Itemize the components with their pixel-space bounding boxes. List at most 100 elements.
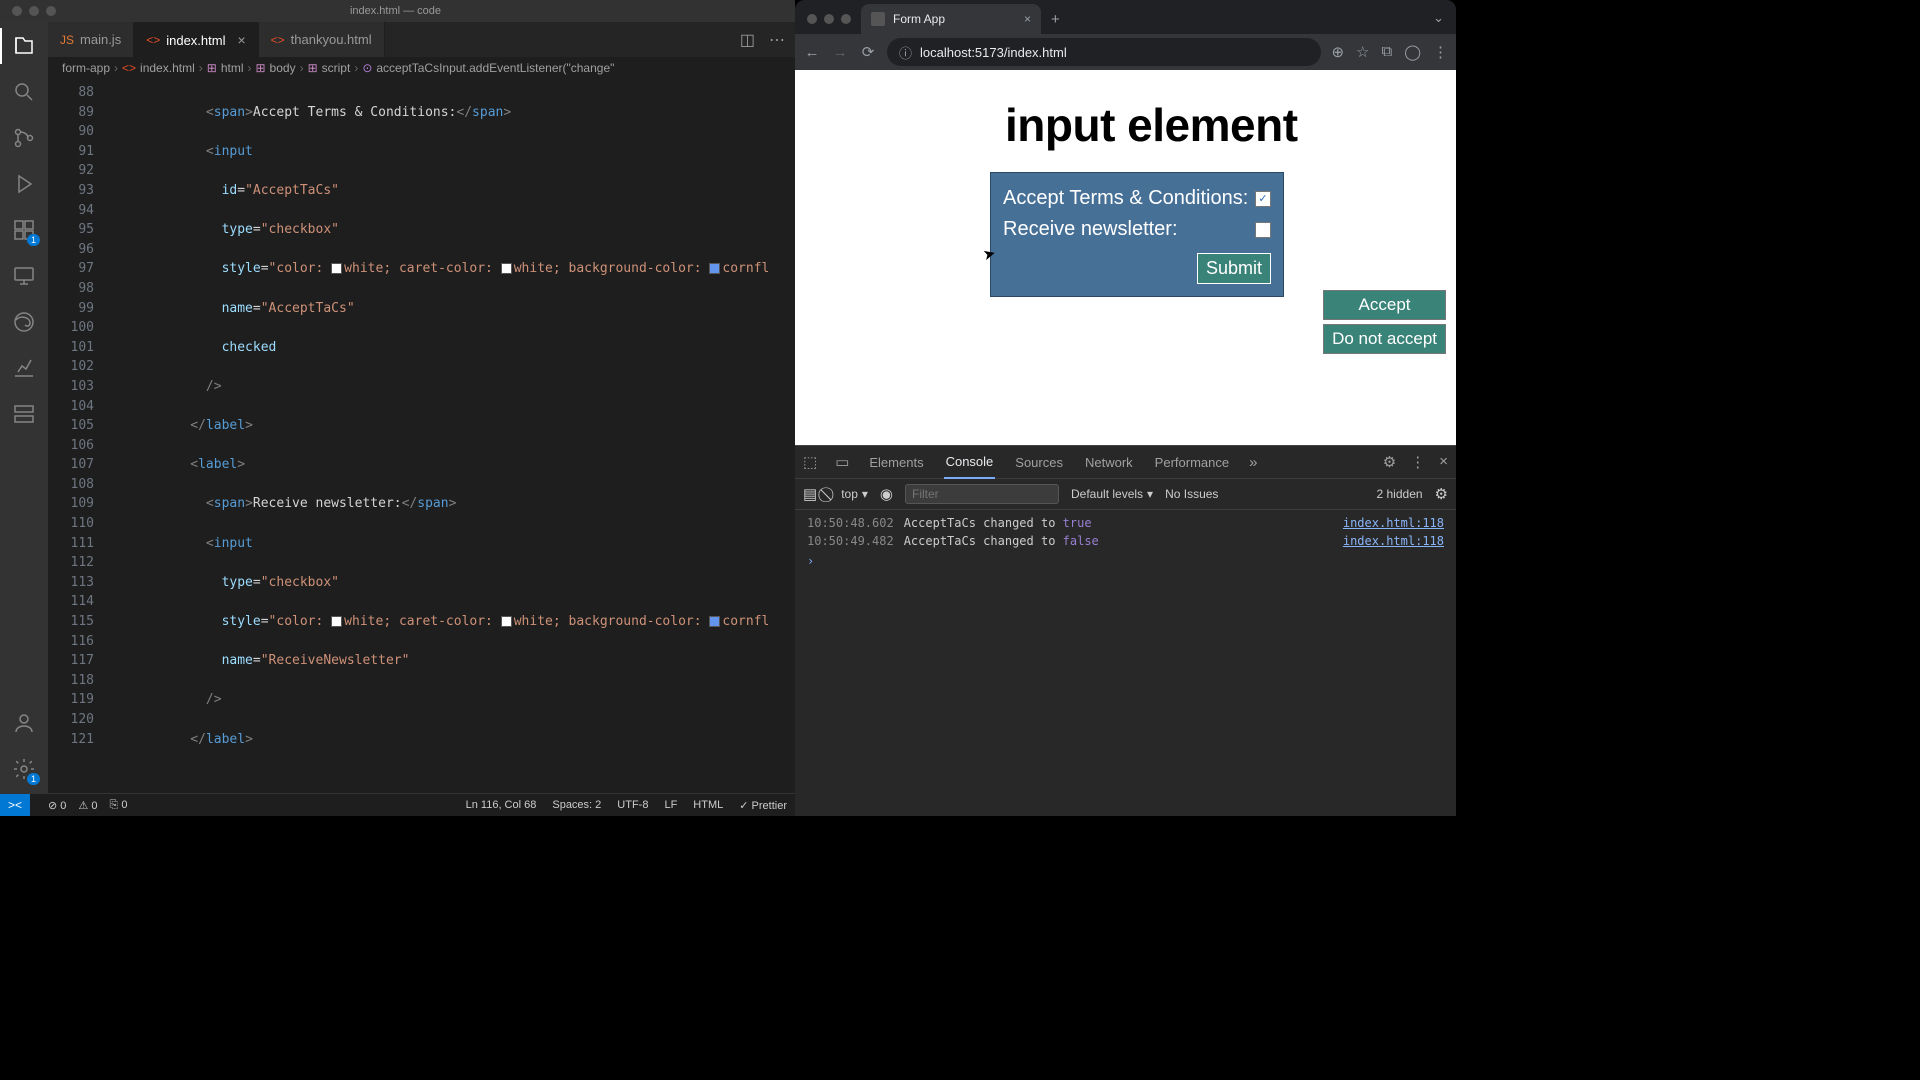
account-icon[interactable] bbox=[10, 709, 38, 737]
more-icon[interactable]: ⋮ bbox=[1410, 453, 1425, 471]
newsletter-row[interactable]: Receive newsletter: bbox=[1003, 214, 1271, 245]
do-not-accept-button[interactable]: Do not accept bbox=[1323, 324, 1446, 354]
server-icon[interactable] bbox=[10, 400, 38, 428]
warnings-count[interactable]: ⚠ 0 bbox=[78, 799, 97, 812]
close-icon[interactable] bbox=[12, 6, 22, 16]
close-tab-icon[interactable]: × bbox=[1024, 12, 1031, 26]
formatter[interactable]: ✓ Prettier bbox=[739, 799, 787, 812]
vscode-window: index.html — code 1 bbox=[0, 0, 795, 816]
accept-terms-checkbox[interactable]: ✓ bbox=[1255, 191, 1271, 207]
gear-icon[interactable]: ⚙ bbox=[1383, 453, 1396, 471]
levels-selector[interactable]: Default levels ▾ bbox=[1071, 487, 1153, 501]
tab-elements[interactable]: Elements bbox=[867, 446, 925, 478]
log-entry: 10:50:48.602 AcceptTaCs changed to true … bbox=[795, 514, 1456, 532]
debug-icon[interactable] bbox=[10, 170, 38, 198]
chrome-window: Form App × + ⌄ ← → ⟳ ⓘ localhost:5173/in… bbox=[795, 0, 1456, 816]
explorer-icon[interactable] bbox=[10, 32, 38, 60]
context-selector[interactable]: top ▾ bbox=[841, 487, 868, 501]
eye-icon[interactable]: ◉ bbox=[880, 485, 893, 503]
activity-bar: 1 bbox=[0, 22, 48, 793]
traffic-lights[interactable] bbox=[803, 14, 861, 34]
filter-input[interactable] bbox=[905, 484, 1059, 504]
tab-thankyou-html[interactable]: <>thankyou.html bbox=[259, 22, 385, 57]
gear-icon[interactable]: 1 bbox=[10, 755, 38, 783]
search-icon[interactable] bbox=[10, 78, 38, 106]
minimize-icon[interactable] bbox=[824, 14, 834, 24]
extensions-icon[interactable]: 1 bbox=[10, 216, 38, 244]
accept-terms-row[interactable]: Accept Terms & Conditions: ✓ bbox=[1003, 183, 1271, 214]
tab-index-html[interactable]: <>index.html× bbox=[134, 22, 258, 57]
page-viewport: input element Accept Terms & Conditions:… bbox=[795, 70, 1456, 816]
tab-network[interactable]: Network bbox=[1083, 446, 1135, 478]
split-editor-icon[interactable]: ◫ bbox=[740, 30, 755, 50]
extensions-icon[interactable]: ⧉ bbox=[1381, 43, 1392, 61]
new-tab-button[interactable]: + bbox=[1041, 11, 1070, 34]
html-file-icon: <> bbox=[146, 33, 160, 47]
zoom-icon[interactable]: ⊕ bbox=[1331, 43, 1344, 61]
menu-icon[interactable]: ⋮ bbox=[1433, 43, 1448, 61]
language[interactable]: HTML bbox=[693, 799, 723, 812]
accept-button[interactable]: Accept bbox=[1323, 290, 1446, 320]
edge-icon[interactable] bbox=[10, 308, 38, 336]
hidden-label[interactable]: 2 hidden bbox=[1377, 487, 1423, 501]
port-indicator[interactable]: ⎘ 0 bbox=[109, 799, 127, 812]
tab-main-js[interactable]: JSmain.js bbox=[48, 22, 134, 57]
indent-setting[interactable]: Spaces: 2 bbox=[552, 799, 601, 812]
source-link[interactable]: index.html:118 bbox=[1343, 534, 1444, 548]
console-prompt[interactable]: › bbox=[795, 550, 1456, 572]
zoom-icon[interactable] bbox=[841, 14, 851, 24]
remote-explorer-icon[interactable] bbox=[10, 262, 38, 290]
chevron-down-icon[interactable]: ⌄ bbox=[1421, 10, 1456, 34]
submit-button[interactable]: Submit bbox=[1197, 253, 1271, 284]
eol[interactable]: LF bbox=[664, 799, 677, 812]
source-link[interactable]: index.html:118 bbox=[1343, 516, 1444, 530]
encoding[interactable]: UTF-8 bbox=[617, 799, 648, 812]
browser-tab[interactable]: Form App × bbox=[861, 4, 1041, 34]
settings-badge: 1 bbox=[27, 773, 40, 785]
console-toolbar: ▤ ⃠ top ▾ ◉ Default levels ▾ No Issues 2… bbox=[795, 479, 1456, 510]
chrome-tabbar: Form App × + ⌄ bbox=[795, 0, 1456, 34]
traffic-lights[interactable] bbox=[0, 6, 56, 16]
status-bar: >< ⊘ 0 ⚠ 0 ⎘ 0 Ln 116, Col 68 Spaces: 2 … bbox=[0, 793, 795, 816]
titlebar: index.html — code bbox=[0, 0, 795, 22]
code-editor[interactable]: 8889909192939495969798991001011021031041… bbox=[48, 79, 795, 793]
back-icon[interactable]: ← bbox=[803, 44, 821, 61]
info-icon[interactable]: ⓘ bbox=[899, 43, 912, 62]
minimize-icon[interactable] bbox=[29, 6, 39, 16]
form-container: Accept Terms & Conditions: ✓ Receive new… bbox=[990, 172, 1284, 297]
inspect-icon[interactable]: ⬚ bbox=[803, 453, 817, 471]
url-bar[interactable]: ⓘ localhost:5173/index.html bbox=[887, 38, 1321, 66]
js-file-icon: JS bbox=[60, 33, 74, 47]
gear-icon[interactable]: ⚙ bbox=[1435, 485, 1448, 503]
newsletter-checkbox[interactable] bbox=[1255, 222, 1271, 238]
issues-label[interactable]: No Issues bbox=[1165, 487, 1218, 501]
tab-console[interactable]: Console bbox=[944, 445, 996, 479]
window-title: index.html — code bbox=[56, 5, 735, 17]
tab-sources[interactable]: Sources bbox=[1013, 446, 1065, 478]
reload-icon[interactable]: ⟳ bbox=[859, 43, 877, 61]
close-icon[interactable]: × bbox=[1439, 453, 1448, 471]
source-control-icon[interactable] bbox=[10, 124, 38, 152]
tab-title: Form App bbox=[893, 12, 945, 26]
code-content[interactable]: <span>Accept Terms & Conditions:</span> … bbox=[112, 79, 795, 793]
console-output[interactable]: 10:50:48.602 AcceptTaCs changed to true … bbox=[795, 510, 1456, 816]
forward-icon[interactable]: → bbox=[831, 44, 849, 61]
page-icon bbox=[871, 12, 885, 26]
close-icon[interactable] bbox=[807, 14, 817, 24]
profile-icon[interactable]: ◯ bbox=[1404, 43, 1421, 61]
remote-indicator[interactable]: >< bbox=[0, 794, 30, 816]
sidebar-icon[interactable]: ▤ bbox=[803, 485, 817, 503]
bookmark-icon[interactable]: ☆ bbox=[1356, 43, 1369, 61]
line-numbers: 8889909192939495969798991001011021031041… bbox=[48, 79, 112, 793]
close-icon[interactable]: × bbox=[237, 32, 245, 48]
tab-performance[interactable]: Performance bbox=[1153, 446, 1231, 478]
breadcrumb[interactable]: form-app› <> index.html› ⊞ html› ⊞ body›… bbox=[48, 57, 795, 79]
more-icon[interactable]: ⋯ bbox=[769, 30, 785, 50]
errors-count[interactable]: ⊘ 0 bbox=[48, 799, 66, 812]
device-icon[interactable]: ▭ bbox=[835, 453, 849, 471]
zoom-icon[interactable] bbox=[46, 6, 56, 16]
more-tabs-icon[interactable]: » bbox=[1249, 454, 1257, 471]
cursor-position[interactable]: Ln 116, Col 68 bbox=[466, 799, 537, 812]
log-entry: 10:50:49.482 AcceptTaCs changed to false… bbox=[795, 532, 1456, 550]
graph-icon[interactable] bbox=[10, 354, 38, 382]
